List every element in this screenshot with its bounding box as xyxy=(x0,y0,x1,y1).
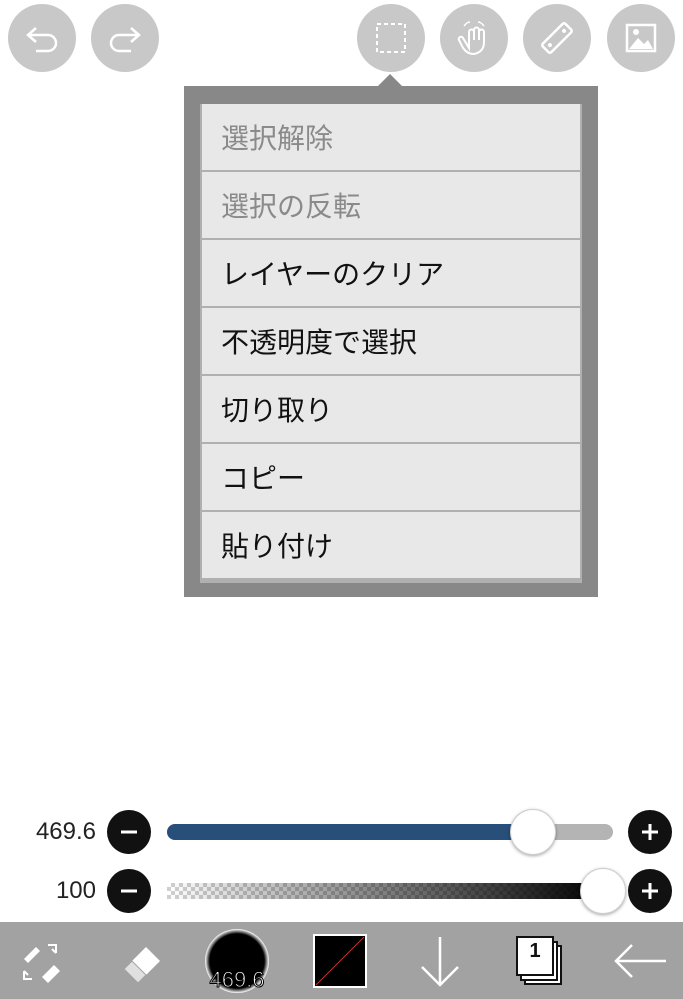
image-icon xyxy=(625,23,657,53)
opacity-track[interactable] xyxy=(167,883,603,899)
color-swatch-icon xyxy=(313,933,367,988)
brush-size-knob[interactable] xyxy=(509,809,556,855)
opacity-decrease-button[interactable] xyxy=(107,869,151,913)
menu-item-paste[interactable]: 貼り付け xyxy=(202,512,580,578)
layers-button[interactable]: 1 xyxy=(509,922,569,999)
menu-item-cut[interactable]: 切り取り xyxy=(202,376,580,442)
layer-count: 1 xyxy=(529,939,541,962)
back-button[interactable] xyxy=(608,922,672,999)
bottom-toolbar: 469.6 1 xyxy=(0,922,683,999)
arrow-down-icon xyxy=(421,936,459,987)
selection-icon xyxy=(376,23,406,53)
plus-icon xyxy=(642,824,658,840)
opacity-knob[interactable] xyxy=(580,868,626,914)
eraser-button[interactable] xyxy=(110,922,174,999)
brush-size-value: 469.6 xyxy=(35,818,96,845)
brush-size-label: 469.6 xyxy=(209,967,265,993)
plus-icon xyxy=(642,883,658,899)
undo-button[interactable] xyxy=(8,4,76,72)
brush-size-button[interactable]: 469.6 xyxy=(200,922,274,999)
material-button[interactable] xyxy=(607,4,675,72)
touch-button[interactable] xyxy=(440,4,508,72)
selection-menu-list: 選択解除 選択の反転 レイヤーのクリア 不透明度で選択 切り取り コピー 貼り付… xyxy=(200,104,582,583)
menu-item-invert-selection[interactable]: 選択の反転 xyxy=(202,172,580,238)
selection-menu: 選択解除 選択の反転 レイヤーのクリア 不透明度で選択 切り取り コピー 貼り付… xyxy=(184,86,598,597)
menu-pointer xyxy=(378,74,402,86)
opacity-increase-button[interactable] xyxy=(628,869,672,913)
ruler-button[interactable] xyxy=(523,4,591,72)
color-button[interactable] xyxy=(312,922,368,999)
layer-move-down-button[interactable] xyxy=(412,922,468,999)
eraser-icon xyxy=(123,946,160,984)
menu-item-deselect[interactable]: 選択解除 xyxy=(202,104,580,170)
undo-icon xyxy=(26,27,58,53)
menu-item-copy[interactable]: コピー xyxy=(202,444,580,510)
brush-eraser-switch-icon xyxy=(23,943,60,983)
brush-size-increase-button[interactable] xyxy=(628,810,672,854)
brush-size-fill xyxy=(167,824,533,840)
minus-icon xyxy=(121,830,137,834)
menu-item-select-by-opacity[interactable]: 不透明度で選択 xyxy=(202,308,580,374)
opacity-value: 100 xyxy=(55,877,96,904)
hand-touch-icon xyxy=(457,21,485,56)
redo-button[interactable] xyxy=(91,4,159,72)
redo-icon xyxy=(109,27,141,53)
arrow-left-icon xyxy=(614,943,666,978)
menu-item-clear-layer[interactable]: レイヤーのクリア xyxy=(202,240,580,306)
minus-icon xyxy=(121,889,137,893)
tool-switch-button[interactable] xyxy=(8,922,72,999)
ruler-icon xyxy=(541,22,573,54)
brush-size-decrease-button[interactable] xyxy=(107,810,151,854)
selection-button[interactable] xyxy=(357,4,425,72)
